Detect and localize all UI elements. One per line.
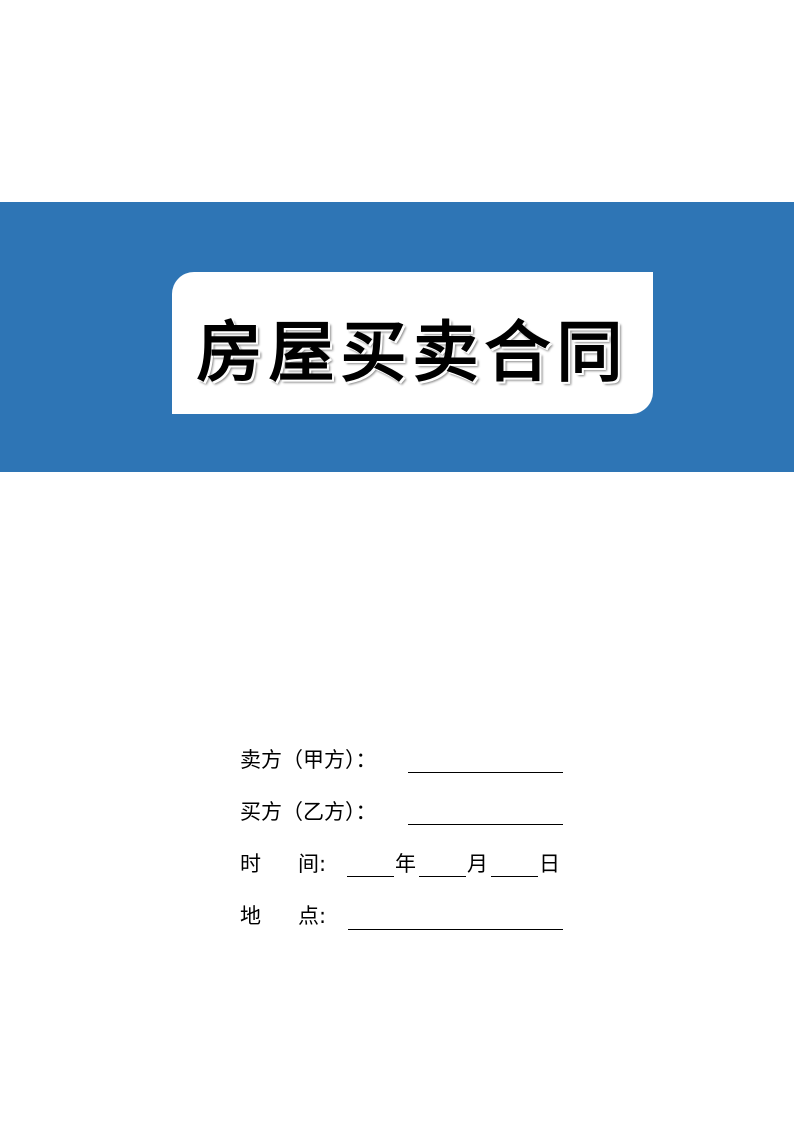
seller-field[interactable] bbox=[408, 772, 563, 773]
time-row: 时 间: 年 月 日 bbox=[240, 849, 570, 879]
place-label-2: 点: bbox=[298, 904, 327, 928]
title-box: 房屋买卖合同 bbox=[172, 272, 653, 414]
month-label: 月 bbox=[467, 852, 488, 876]
year-field[interactable] bbox=[347, 876, 394, 877]
place-label-1: 地 bbox=[240, 904, 261, 928]
time-label-1: 时 bbox=[240, 852, 261, 876]
seller-label: 卖方（甲方）： bbox=[240, 748, 377, 772]
buyer-label: 买方（乙方）： bbox=[240, 800, 377, 824]
place-field[interactable] bbox=[348, 929, 563, 930]
month-field[interactable] bbox=[419, 876, 466, 877]
time-label-2: 间: bbox=[298, 852, 327, 876]
year-label: 年 bbox=[395, 852, 416, 876]
day-label: 日 bbox=[539, 852, 560, 876]
buyer-field[interactable] bbox=[408, 824, 563, 825]
day-field[interactable] bbox=[491, 876, 538, 877]
document-title: 房屋买卖合同 bbox=[196, 313, 629, 391]
